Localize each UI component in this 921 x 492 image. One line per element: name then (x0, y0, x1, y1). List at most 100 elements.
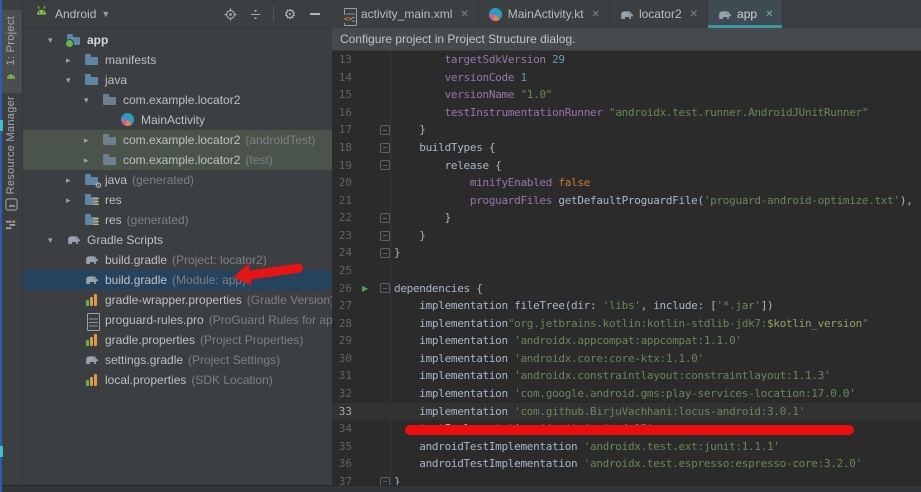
code-line-27[interactable]: 27 implementation fileTree(dir: 'libs', … (332, 297, 921, 315)
code-line-33[interactable]: 33 implementation 'com.github.BirjuVachh… (332, 403, 921, 421)
tree-expand-arrow[interactable]: ▾ (48, 235, 66, 246)
code-line-23[interactable]: 23 } (332, 227, 921, 245)
tree-expand-arrow[interactable]: ▸ (66, 175, 84, 186)
fold-marker-icon[interactable] (380, 143, 390, 153)
code-line-21[interactable]: 21 proguardFiles getDefaultProguardFile(… (332, 192, 921, 210)
tree-expand-arrow[interactable]: ▸ (66, 195, 84, 206)
tree-item-manifests[interactable]: ▸manifests (22, 50, 332, 70)
run-gutter-icon[interactable]: ▶ (362, 284, 368, 293)
code-line-22[interactable]: 22 } (332, 209, 921, 227)
tree-item-java-generated[interactable]: ▸⚙java(generated) (22, 170, 332, 190)
tree-item-app[interactable]: ▾app (22, 30, 332, 50)
editor-tab-activity-main-xml[interactable]: <>activity_main.xml✕ (332, 0, 479, 28)
tool-window-tab-resource-manager[interactable]: Resource Manager (0, 96, 22, 216)
tree-item-com-example-locator2-test[interactable]: ▸com.example.locator2(test) (22, 150, 332, 170)
code-text: } (394, 121, 426, 139)
line-number: 13 (332, 51, 352, 69)
code-line-24[interactable]: 24} (332, 244, 921, 262)
tree-expand-arrow[interactable]: ▸ (66, 55, 84, 66)
properties-icon (84, 332, 100, 348)
editor-tab-label: activity_main.xml (361, 7, 452, 21)
tree-item-annotation: (generated) (132, 173, 194, 187)
gutter-cell (352, 104, 394, 122)
code-text: versionName "1.0" (394, 86, 552, 104)
code-token: 'androidx.core:core-ktx:1.1.0' (514, 352, 704, 365)
close-tab-icon[interactable]: ✕ (765, 9, 773, 20)
tree-item-label: gradle.properties (105, 333, 195, 347)
line-number: 23 (332, 227, 352, 245)
tree-item-proguard-rules-pro-proguard-rules-for-app[interactable]: proguard-rules.pro(ProGuard Rules for ap… (22, 310, 332, 330)
module-folder-icon (66, 32, 82, 48)
tree-item-res[interactable]: ▸res (22, 190, 332, 210)
gutter-cell (352, 86, 394, 104)
tree-item-gradle-scripts[interactable]: ▾Gradle Scripts (22, 230, 332, 250)
tree-item-com-example-locator2[interactable]: ▾com.example.locator2 (22, 90, 332, 110)
tree-item-gradle-properties-project-properties[interactable]: gradle.properties(Project Properties) (22, 330, 332, 350)
tree-item-res-generated[interactable]: res(generated) (22, 210, 332, 230)
close-tab-icon[interactable]: ✕ (592, 9, 600, 20)
code-line-14[interactable]: 14 versionCode 1 (332, 69, 921, 87)
code-token: implementation (394, 317, 508, 330)
code-token: implementation (394, 387, 514, 400)
code-line-15[interactable]: 15 versionName "1.0" (332, 86, 921, 104)
code-line-32[interactable]: 32 implementation 'com.google.android.gm… (332, 385, 921, 403)
fold-marker-icon[interactable] (380, 283, 390, 293)
gutter-cell (352, 455, 394, 473)
tree-expand-arrow[interactable]: ▾ (48, 35, 66, 46)
tree-expand-arrow[interactable]: ▾ (66, 75, 84, 86)
view-selector[interactable]: Android (55, 7, 96, 21)
settings-gear-icon[interactable]: ⚙ (281, 5, 299, 23)
editor-tab-app[interactable]: app ✕ (708, 0, 783, 28)
chevron-down-icon[interactable]: ▼ (101, 9, 110, 19)
editor-tab-label: app (737, 7, 757, 21)
hide-panel-icon[interactable] (306, 5, 324, 23)
gradle-icon (619, 7, 634, 22)
tree-expand-arrow[interactable]: ▾ (84, 95, 102, 106)
fold-marker-icon[interactable] (380, 231, 390, 241)
code-line-31[interactable]: 31 implementation 'androidx.constraintla… (332, 367, 921, 385)
code-line-19[interactable]: 19 release { (332, 157, 921, 175)
collapse-all-icon[interactable] (246, 5, 264, 23)
code-token: testInstrumentationRunner (445, 106, 603, 119)
locate-file-icon[interactable] (221, 5, 239, 23)
project-tool-window: Android ▼ ⚙ ▾app▸manifests▾java▾com.exam… (22, 0, 333, 492)
tree-expand-arrow[interactable]: ▸ (84, 135, 102, 146)
fold-marker-icon[interactable] (380, 160, 390, 170)
code-line-25[interactable]: 25 (332, 262, 921, 280)
fold-marker-icon[interactable] (380, 125, 390, 135)
fold-marker-icon[interactable] (380, 248, 390, 258)
code-line-20[interactable]: 20 minifyEnabled false (332, 174, 921, 192)
code-editor[interactable]: 12 minSdkVersion 1913 targetSdkVersion 2… (332, 28, 921, 486)
tree-item-label: com.example.locator2 (123, 153, 240, 167)
code-line-13[interactable]: 13 targetSdkVersion 29 (332, 51, 921, 69)
editor-tab-locator2[interactable]: locator2✕ (610, 0, 708, 28)
close-tab-icon[interactable]: ✕ (460, 9, 468, 20)
code-line-35[interactable]: 35 androidTestImplementation 'androidx.t… (332, 438, 921, 456)
tool-window-tab-project[interactable]: 1: Project (0, 10, 22, 93)
code-token: release { (394, 159, 501, 172)
code-token: proguardFiles (470, 194, 552, 207)
notification-banner: Configure project in Project Structure d… (332, 28, 921, 51)
tree-item-gradle-wrapper-properties-gradle-version[interactable]: gradle-wrapper.properties(Gradle Version… (22, 290, 332, 310)
code-line-36[interactable]: 36 androidTestImplementation 'androidx.t… (332, 455, 921, 473)
code-line-28[interactable]: 28 implementation"org.jetbrains.kotlin:k… (332, 315, 921, 333)
code-line-29[interactable]: 29 implementation 'androidx.appcompat:ap… (332, 332, 921, 350)
tree-expand-arrow[interactable]: ▸ (84, 155, 102, 166)
tree-item-com-example-locator2-androidtest[interactable]: ▸com.example.locator2(androidTest) (22, 130, 332, 150)
gradle-icon (84, 352, 100, 368)
code-token: implementation fileTree(dir: (394, 299, 603, 312)
structure-icon[interactable] (4, 218, 17, 236)
code-line-17[interactable]: 17 } (332, 121, 921, 139)
code-line-26[interactable]: 26▶dependencies { (332, 280, 921, 298)
tree-item-local-properties-sdk-location[interactable]: local.properties(SDK Location) (22, 370, 332, 390)
tree-item-settings-gradle-project-settings[interactable]: settings.gradle(Project Settings) (22, 350, 332, 370)
fold-marker-icon[interactable] (380, 213, 390, 223)
editor-tab-mainactivity-kt[interactable]: MainActivity.kt✕ (479, 0, 610, 28)
code-line-18[interactable]: 18 buildTypes { (332, 139, 921, 157)
code-line-30[interactable]: 30 implementation 'androidx.core:core-kt… (332, 350, 921, 368)
tree-item-java[interactable]: ▾java (22, 70, 332, 90)
close-tab-icon[interactable]: ✕ (690, 9, 698, 20)
code-line-16[interactable]: 16 testInstrumentationRunner "androidx.t… (332, 104, 921, 122)
code-token: 'proguard-android-optimize.txt' (704, 194, 900, 207)
tree-item-mainactivity[interactable]: MainActivity (22, 110, 332, 130)
